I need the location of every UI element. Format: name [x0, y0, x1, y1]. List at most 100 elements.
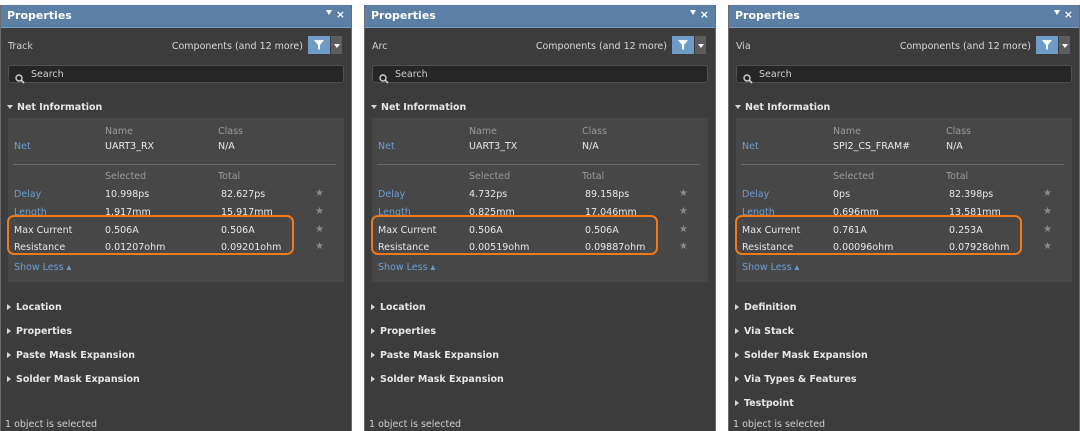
section-header[interactable]: Via Stack	[735, 326, 794, 337]
net-name-value: SPI2_CS_FRAM#	[833, 141, 911, 152]
net-information-box: Name Class Net SPI2_CS_FRAM# N/A Selected Tota…	[735, 118, 1072, 282]
expanded-triangle-icon	[735, 105, 741, 109]
divider	[377, 164, 700, 165]
close-icon[interactable]: ×	[336, 8, 345, 22]
filter-button[interactable]	[308, 36, 330, 54]
section-header[interactable]: Testpoint	[735, 398, 794, 409]
close-icon[interactable]: ×	[1064, 8, 1073, 22]
section-header[interactable]: Location	[7, 302, 62, 313]
metric-total-value: 0.506A	[221, 225, 255, 236]
metric-total-value: 0.09201ohm	[221, 242, 282, 253]
filter-dropdown-button[interactable]	[331, 36, 342, 54]
search-input[interactable]: Search	[372, 65, 708, 84]
filter-summary[interactable]: Components (and 12 more)	[536, 41, 667, 52]
section-header[interactable]: Solder Mask Expansion	[371, 374, 504, 385]
metric-total-value: 82.627ps	[221, 189, 266, 200]
filter-dropdown-button[interactable]	[1059, 36, 1070, 54]
metric-selected-value: 0.825mm	[469, 207, 515, 218]
favorite-star-icon[interactable]: ★	[679, 224, 688, 235]
metric-selected-value: 4.732ps	[469, 189, 508, 200]
search-input[interactable]: Search	[736, 65, 1072, 84]
collapsed-triangle-icon	[735, 352, 739, 358]
search-icon	[379, 69, 389, 88]
favorite-star-icon[interactable]: ★	[679, 188, 688, 199]
section-label: Paste Mask Expansion	[380, 350, 500, 361]
metric-total-value: 0.506A	[585, 225, 619, 236]
section-header[interactable]: Definition	[735, 302, 796, 313]
section-header[interactable]: Paste Mask Expansion	[371, 350, 499, 361]
section-header[interactable]: Via Types & Features	[735, 374, 857, 385]
metric-selected-value: 0.506A	[469, 225, 503, 236]
panel-menu-icon[interactable]	[326, 10, 332, 15]
metric-selected-value: 0.696mm	[833, 207, 879, 218]
collapsed-triangle-icon	[371, 304, 375, 310]
section-header[interactable]: Location	[371, 302, 426, 313]
filter-button[interactable]	[1036, 36, 1058, 54]
object-type-label: Via	[736, 41, 751, 52]
net-class-value: N/A	[946, 141, 963, 152]
panel-menu-icon[interactable]	[690, 10, 696, 15]
metric-label: Max Current	[14, 225, 73, 236]
properties-panel: Properties × Via Components (and 12 more) Se…	[728, 5, 1080, 431]
metric-label: Resistance	[14, 242, 66, 253]
metric-label[interactable]: Length	[378, 207, 411, 218]
metric-label[interactable]: Length	[14, 207, 47, 218]
net-label[interactable]: Net	[14, 141, 31, 152]
expanded-triangle-icon	[371, 105, 377, 109]
section-header[interactable]: Solder Mask Expansion	[7, 374, 140, 385]
panel-menu-icon[interactable]	[1054, 10, 1060, 15]
metric-total-value: 15.917mm	[221, 207, 273, 218]
divider	[13, 164, 336, 165]
show-less-link[interactable]: Show Less ▴	[742, 262, 799, 273]
section-header[interactable]: Paste Mask Expansion	[7, 350, 135, 361]
favorite-star-icon[interactable]: ★	[679, 241, 688, 252]
section-label: Via Stack	[744, 326, 794, 337]
favorite-star-icon[interactable]: ★	[315, 224, 324, 235]
section-label: Solder Mask Expansion	[16, 374, 140, 385]
metric-total-value: 89.158ps	[585, 189, 630, 200]
section-net-information[interactable]: Net Information	[7, 102, 102, 113]
favorite-star-icon[interactable]: ★	[1043, 188, 1052, 199]
favorite-star-icon[interactable]: ★	[1043, 206, 1052, 217]
metric-label[interactable]: Delay	[742, 189, 769, 200]
close-icon[interactable]: ×	[700, 8, 709, 22]
search-input[interactable]: Search	[8, 65, 344, 84]
favorite-star-icon[interactable]: ★	[679, 206, 688, 217]
favorite-star-icon[interactable]: ★	[1043, 241, 1052, 252]
net-name-value: UART3_RX	[105, 141, 155, 152]
chevron-down-icon	[1062, 44, 1068, 48]
search-placeholder: Search	[395, 69, 428, 80]
collapsed-triangle-icon	[7, 376, 11, 382]
metric-label: Resistance	[378, 242, 430, 253]
metric-selected-value: 1.917mm	[105, 207, 151, 218]
show-less-link[interactable]: Show Less ▴	[14, 262, 71, 273]
metric-label[interactable]: Length	[742, 207, 775, 218]
filter-button[interactable]	[672, 36, 694, 54]
favorite-star-icon[interactable]: ★	[1043, 224, 1052, 235]
section-header[interactable]: Properties	[7, 326, 72, 337]
collapsed-triangle-icon	[735, 400, 739, 406]
section-label: Properties	[16, 326, 72, 337]
filter-summary[interactable]: Components (and 12 more)	[900, 41, 1031, 52]
metric-selected-value: 0.00519ohm	[469, 242, 530, 253]
panel-titlebar: Properties ×	[365, 5, 715, 28]
metric-label[interactable]: Delay	[378, 189, 405, 200]
net-label[interactable]: Net	[378, 141, 395, 152]
section-label: Solder Mask Expansion	[744, 350, 868, 361]
section-label: Net Information	[381, 102, 467, 113]
section-net-information[interactable]: Net Information	[371, 102, 466, 113]
favorite-star-icon[interactable]: ★	[315, 241, 324, 252]
filter-summary[interactable]: Components (and 12 more)	[172, 41, 303, 52]
properties-panel: Properties × Track Components (and 12 more)…	[0, 5, 352, 431]
filter-dropdown-button[interactable]	[695, 36, 706, 54]
section-net-information[interactable]: Net Information	[735, 102, 830, 113]
column-header-total: Total	[946, 171, 969, 182]
show-less-link[interactable]: Show Less ▴	[378, 262, 435, 273]
favorite-star-icon[interactable]: ★	[315, 188, 324, 199]
section-header[interactable]: Properties	[371, 326, 436, 337]
metric-label[interactable]: Delay	[14, 189, 41, 200]
favorite-star-icon[interactable]: ★	[315, 206, 324, 217]
object-type-label: Arc	[372, 41, 388, 52]
section-header[interactable]: Solder Mask Expansion	[735, 350, 868, 361]
net-label[interactable]: Net	[742, 141, 759, 152]
